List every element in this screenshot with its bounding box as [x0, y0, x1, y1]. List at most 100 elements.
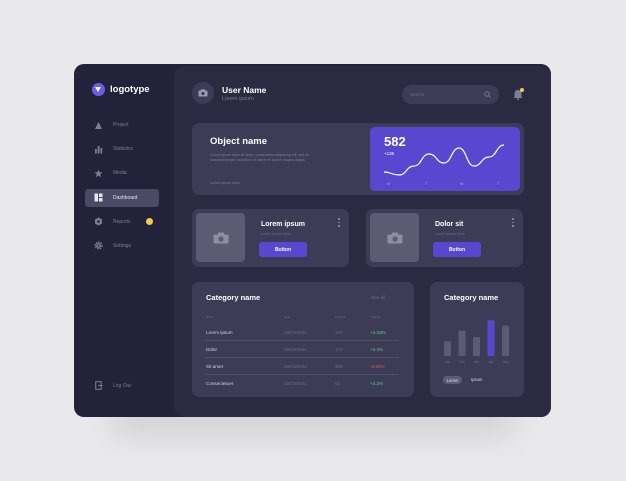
logo-icon	[92, 83, 105, 96]
chart-title: Category name	[444, 293, 499, 302]
x-axis-label: T	[425, 182, 428, 186]
user-name: User Name	[222, 85, 267, 95]
camera-icon	[387, 232, 402, 243]
product-card: Lorem ipsum Lorem ipsum dolor Button	[192, 209, 349, 267]
logo-text: logotype	[110, 84, 150, 95]
filter-pill-active[interactable]: Lorem	[443, 376, 462, 384]
product-subtitle: Lorem ipsum dolor	[261, 232, 291, 236]
see-all-link[interactable]: See all	[371, 295, 385, 300]
bar[interactable]	[444, 341, 451, 356]
star-icon	[94, 169, 103, 178]
avatar[interactable]	[192, 82, 214, 104]
sidebar-item-label: Settings	[113, 242, 132, 249]
gear-icon	[94, 241, 103, 251]
sidebar-item-statistics[interactable]: Statistics	[85, 140, 159, 158]
cell-name: Lorem ipsum	[206, 330, 233, 335]
bar[interactable]	[473, 337, 480, 356]
more-options-icon[interactable]	[511, 218, 515, 227]
camera-icon	[198, 89, 208, 97]
user-subtitle: Lorem ipsum	[222, 96, 254, 102]
cell-amount: 456	[335, 364, 343, 369]
table-title: Category name	[206, 293, 261, 302]
sidebar-item-label: Media	[113, 170, 127, 177]
category-bar-chart-card: Category name Jan Feb Mar Apr May Lorem Ipsu…	[430, 282, 524, 397]
sidebar-item-label: Reports	[113, 218, 131, 225]
table-row[interactable]: Lorem ipsum 03/03/2021 323 +4.33%	[205, 325, 399, 341]
column-header: Amount	[335, 315, 346, 319]
dashboard-icon	[94, 193, 103, 202]
app-window: logotype Project Statistics Media Dashbo…	[74, 64, 551, 417]
column-header: Change	[370, 315, 381, 319]
bar[interactable]	[458, 330, 466, 356]
sidebar-item-label: Dashboard	[113, 194, 138, 201]
logout-label: Log Out	[113, 382, 131, 389]
notification-dot	[520, 88, 524, 92]
product-button[interactable]: Button	[259, 242, 307, 257]
search-input[interactable]: Search	[402, 85, 499, 104]
bar-chart: Jan Feb Mar Apr May	[444, 320, 509, 364]
camera-icon	[213, 232, 228, 243]
category-table-card: Category name See all Name Date Amount C…	[192, 282, 414, 397]
notifications-button[interactable]	[511, 87, 525, 101]
product-image	[370, 213, 419, 262]
sidebar-item-dashboard[interactable]: Dashboard	[85, 188, 159, 207]
cell-change: -2.61%	[370, 364, 385, 369]
bar[interactable]	[502, 325, 509, 356]
search-icon[interactable]	[484, 91, 491, 98]
bar-label: May	[502, 360, 508, 364]
bar-label: Jan	[445, 360, 450, 364]
object-link[interactable]: Lorem ipsum dolor	[210, 181, 240, 185]
cell-date: 03/03/2021	[284, 347, 307, 352]
product-subtitle: Lorem ipsum dolor	[435, 232, 465, 236]
table-row[interactable]: Sit amet 03/03/2021 456 -2.61%	[205, 359, 399, 375]
cell-name: Dolor	[206, 347, 217, 352]
product-title: Dolor sit	[435, 221, 464, 228]
sidebar-nav: Project Statistics Media Dashboard Repor…	[85, 116, 159, 261]
sidebar-item-project[interactable]: Project	[85, 116, 159, 134]
sidebar-item-label: Statistics	[113, 146, 134, 153]
product-title: Lorem ipsum	[261, 221, 305, 228]
x-axis-label: T	[497, 182, 500, 186]
cell-amount: 323	[335, 330, 343, 335]
object-title: Object name	[210, 136, 268, 147]
logout-button[interactable]: Log Out	[94, 381, 131, 390]
column-header: Name	[206, 315, 215, 319]
bar-label: Feb	[459, 360, 465, 364]
filter-pill[interactable]: Ipsum	[471, 377, 482, 382]
main-panel: User Name Lorem ipsum Search Object name…	[174, 66, 551, 417]
product-image	[196, 213, 245, 262]
bar-chart-icon	[94, 145, 103, 154]
cell-change: +3.3%	[370, 347, 384, 352]
cell-amount: 173	[335, 347, 343, 352]
table-row[interactable]: Dolor 03/03/2021 173 +3.3%	[205, 342, 399, 358]
trend-line	[383, 144, 505, 176]
bar-label: Apr	[489, 360, 495, 364]
object-description: Lorem ipsum dolor sit amet, consectetur …	[210, 153, 310, 162]
product-button[interactable]: Button	[433, 242, 481, 257]
more-options-icon[interactable]	[337, 218, 341, 227]
sidebar-item-settings[interactable]: Settings	[85, 237, 159, 255]
x-axis-label: M	[387, 182, 390, 186]
table-row[interactable]: Consectetuer 03/03/2021 63 +3.3%	[205, 376, 399, 392]
product-card: Dolor sit Lorem ipsum dolor Button	[366, 209, 523, 267]
sidebar-item-label: Project	[113, 122, 129, 128]
cell-date: 03/03/2021	[284, 330, 307, 335]
cell-name: Consectetuer	[206, 381, 234, 386]
column-header: Date	[284, 315, 291, 319]
logo[interactable]: logotype	[92, 83, 150, 96]
x-axis-label: W	[460, 182, 464, 186]
triangle-icon	[94, 121, 103, 130]
cell-change: +4.33%	[370, 330, 386, 335]
cell-date: 03/03/2021	[284, 381, 307, 386]
object-card: Object name Lorem ipsum dolor sit amet, …	[192, 123, 524, 195]
bar-label: Mar	[474, 360, 480, 364]
sidebar-item-media[interactable]: Media	[85, 164, 159, 182]
hexagon-icon	[94, 217, 103, 226]
cell-change: +3.3%	[370, 381, 384, 386]
bar[interactable]	[487, 320, 495, 356]
notification-badge	[146, 217, 153, 225]
sidebar-item-reports[interactable]: Reports	[85, 213, 159, 231]
logout-icon	[94, 381, 103, 390]
cell-name: Sit amet	[206, 364, 223, 369]
cell-date: 03/03/2021	[284, 364, 307, 369]
